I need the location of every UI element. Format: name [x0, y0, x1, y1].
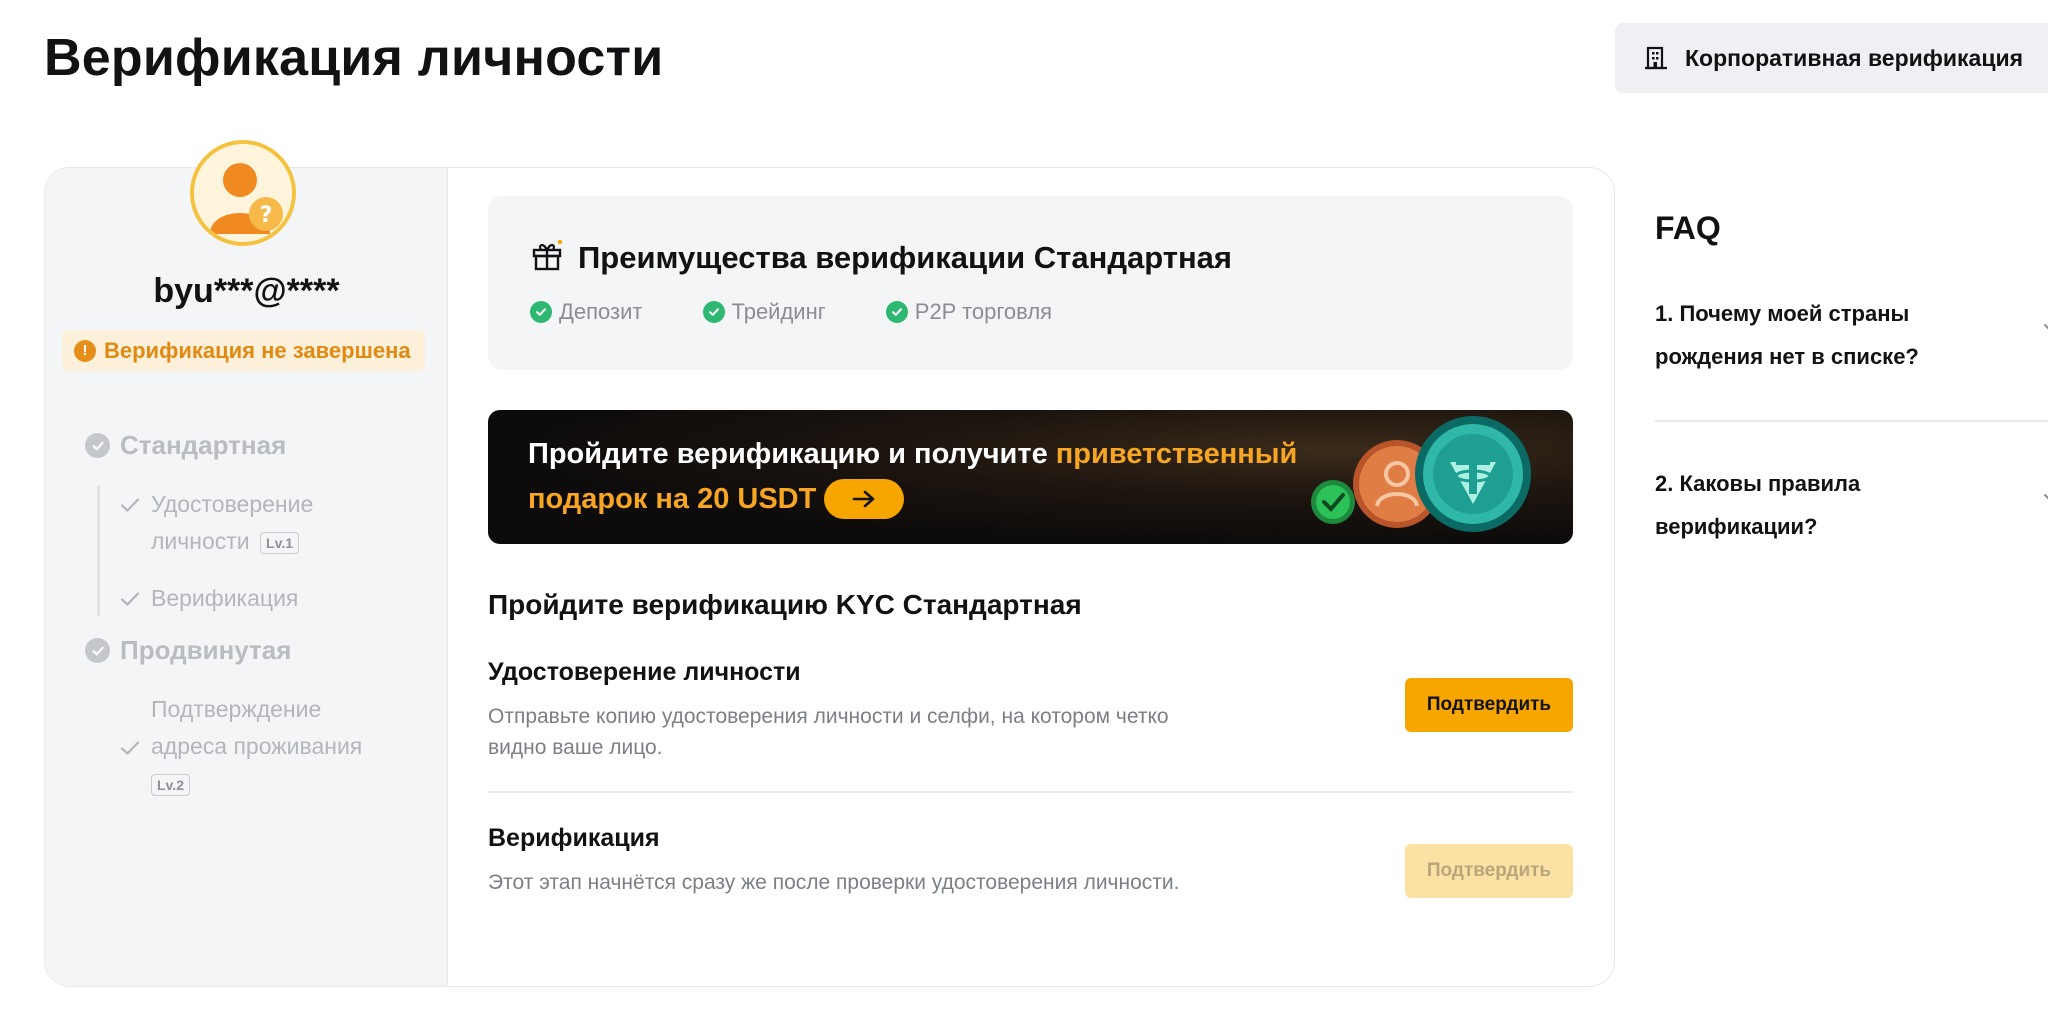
avatar: ? [190, 140, 296, 246]
benefits-title: Преимущества верификации Стандартная [578, 239, 1233, 275]
svg-text:?: ? [260, 203, 273, 228]
level-standard: Стандартная [85, 430, 286, 461]
page-title: Верификация личности [44, 29, 664, 87]
level-label: Продвинутая [120, 635, 292, 665]
username: byu***@**** [153, 272, 340, 310]
faq-title: FAQ [1655, 210, 1721, 246]
level-badge: Lv.2 [151, 773, 190, 796]
check-circle-icon [702, 301, 725, 323]
kyc-step-desc: Отправьте копию удостоверения личности и… [488, 705, 1169, 759]
check-icon [119, 691, 147, 764]
benefits-panel: Преимущества верификации Стандартная Деп… [488, 196, 1573, 370]
kyc-step-desc: Этот этап начнётся сразу же после провер… [488, 871, 1180, 894]
faq-question: 1. Почему моей страны рождения нет в спи… [1655, 301, 1919, 369]
benefit-label: Трейдинг [731, 299, 826, 324]
substep-label: Удостоверение [151, 491, 314, 517]
banner-text-line2: подарок на 20 USDT [528, 482, 817, 515]
corporate-verification-button[interactable]: Корпоративная верификация [1615, 23, 2048, 93]
banner-arrow-button[interactable] [824, 479, 905, 519]
warning-icon: ! [74, 339, 96, 362]
benefit-label: Депозит [559, 299, 643, 324]
kyc-step-identity: Удостоверение личности Отправьте копию у… [488, 658, 1573, 763]
check-icon [119, 580, 147, 615]
faq-item[interactable]: 1. Почему моей страны рождения нет в спи… [1655, 292, 2048, 378]
status-text: Верификация не завершена [104, 337, 411, 363]
building-icon [1643, 45, 1669, 71]
confirm-verification-button[interactable]: Подтвердить [1405, 844, 1573, 898]
confirm-identity-button[interactable]: Подтвердить [1405, 678, 1573, 732]
benefit-item: Депозит [530, 299, 643, 325]
check-icon [119, 486, 147, 521]
status-badge: ! Верификация не завершена [62, 330, 425, 371]
check-circle-icon [85, 638, 110, 663]
reward-coins-icon [1311, 416, 1531, 532]
verification-card: byu***@**** ! Верификация не завершена С… [44, 167, 1615, 987]
benefit-item: P2P торговля [885, 299, 1053, 325]
corporate-verification-label: Корпоративная верификация [1685, 44, 2024, 71]
banner-highlight: приветственный [1055, 438, 1298, 470]
chevron-down-icon[interactable] [2042, 320, 2048, 339]
substep-verification: Верификация [119, 580, 298, 617]
benefit-label: P2P торговля [914, 299, 1053, 324]
level-label: Стандартная [120, 430, 287, 460]
gift-icon [530, 238, 564, 277]
substep-label: Верификация [151, 585, 299, 611]
substep-label: Подтверждение [151, 696, 322, 722]
chevron-down-icon[interactable] [2042, 490, 2048, 509]
faq-divider [1655, 420, 2048, 422]
divider [488, 791, 1573, 793]
substep-label: адреса проживания [151, 733, 363, 759]
level-advanced: Продвинутая [85, 635, 291, 666]
benefit-item: Трейдинг [702, 299, 826, 325]
arrow-right-icon [853, 490, 875, 508]
substep-identity: Удостоверение личности Lv.1 [119, 486, 313, 560]
check-circle-icon [885, 301, 908, 323]
level-badge: Lv.1 [260, 531, 300, 554]
kyc-step-verification: Верификация Этот этап начнётся сразу же … [488, 824, 1573, 898]
promo-banner[interactable]: Пройдите верификацию и получите приветст… [488, 410, 1573, 544]
faq-item[interactable]: 2. Каковы правила верификации? [1655, 462, 2048, 548]
step-connector [97, 486, 100, 616]
verification-sidebar: byu***@**** ! Верификация не завершена С… [45, 168, 448, 986]
check-circle-icon [530, 301, 552, 323]
check-circle-icon [85, 433, 110, 458]
substep-address: Подтверждение адреса проживания Lv.2 [119, 691, 362, 802]
banner-text: Пройдите верификацию и получите [528, 438, 1056, 470]
substep-label: личности [151, 528, 250, 554]
kyc-section-title: Пройдите верификацию KYC Стандартная [488, 589, 1082, 620]
faq-question: 2. Каковы правила верификации? [1655, 471, 1861, 539]
